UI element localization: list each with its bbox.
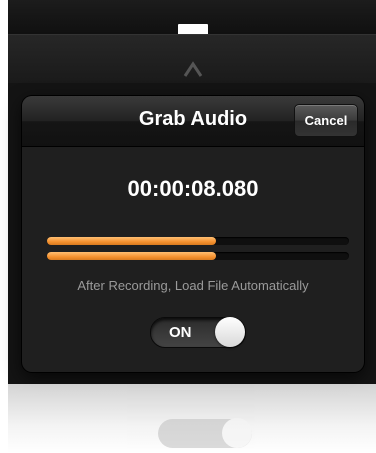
cancel-button[interactable]: Cancel — [294, 104, 358, 137]
reflection — [8, 384, 376, 453]
level-meter-right-fill — [47, 252, 217, 260]
toggle-knob[interactable] — [215, 317, 245, 347]
level-meter-left-fill — [47, 237, 217, 245]
level-meter-left — [47, 237, 349, 245]
recording-timecode: 00:00:08.080 — [127, 176, 259, 201]
level-meter-right — [47, 252, 349, 260]
reflected-toggle-knob — [222, 418, 252, 448]
grab-audio-popover: Grab Audio Cancel 00:00:08.080 After Rec… — [22, 96, 364, 372]
toggle-state-label: ON — [169, 324, 192, 341]
popover-header: Grab Audio Cancel — [22, 96, 364, 147]
auto-load-toggle[interactable]: ON — [150, 317, 246, 348]
reflected-toggle — [158, 418, 252, 448]
chevron-up-icon — [183, 61, 203, 77]
auto-load-label: After Recording, Load File Automatically — [77, 278, 309, 293]
